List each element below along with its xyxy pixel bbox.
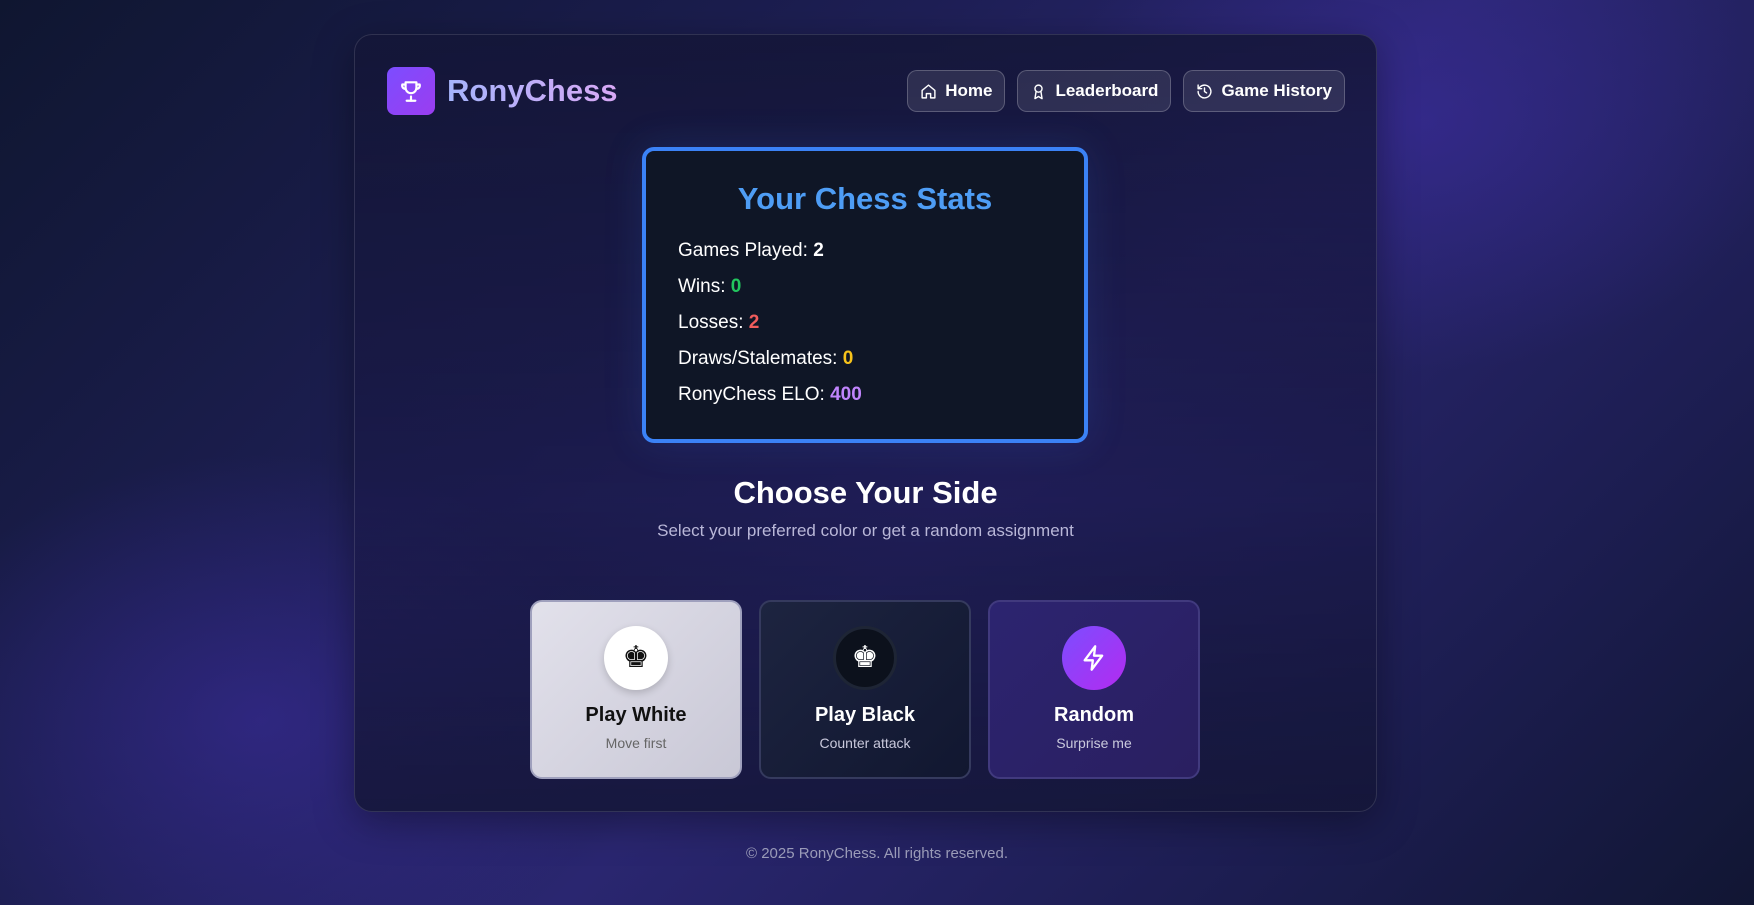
stat-draws: Draws/Stalemates: 0 <box>678 341 1052 377</box>
nav-leaderboard-label: Leaderboard <box>1055 81 1159 100</box>
nav-home-button[interactable]: Home <box>907 70 1006 112</box>
stats-panel: Your Chess Stats Games Played: 2 Wins: 0… <box>642 147 1088 443</box>
nav-game-history-label: Game History <box>1221 81 1332 100</box>
stat-label: Games Played: <box>678 240 808 261</box>
app-logo[interactable]: RonyChess <box>387 67 618 115</box>
trophy-icon <box>387 67 435 115</box>
stat-value: 400 <box>830 384 862 405</box>
side-choices: ♚ Play White Move first ♚ Play Black Cou… <box>530 600 1200 779</box>
stat-label: Wins: <box>678 276 726 297</box>
home-icon <box>921 83 936 99</box>
stat-games-played: Games Played: 2 <box>678 233 1052 269</box>
random-side-button[interactable]: Random Surprise me <box>988 600 1200 779</box>
stat-value: 0 <box>730 276 742 297</box>
play-black-subtitle: Counter attack <box>819 735 911 751</box>
random-subtitle: Surprise me <box>1056 735 1132 751</box>
play-black-title: Play Black <box>814 704 916 726</box>
stat-value: 2 <box>813 240 824 261</box>
top-nav: Home Leaderboard Game History <box>907 70 1345 112</box>
stats-title: Your Chess Stats <box>737 181 993 216</box>
main-card: RonyChess Home Leaderboard Game History … <box>354 34 1377 812</box>
play-white-title: Play White <box>585 704 687 726</box>
nav-leaderboard-button[interactable]: Leaderboard <box>1017 70 1172 112</box>
app-title: RonyChess <box>447 73 618 108</box>
play-white-subtitle: Move first <box>605 735 667 751</box>
choose-side-title: Choose Your Side <box>733 475 998 510</box>
black-king-icon: ♚ <box>833 626 897 690</box>
stat-elo: RonyChess ELO: 400 <box>678 377 1052 413</box>
nav-game-history-button[interactable]: Game History <box>1183 70 1345 112</box>
stat-label: Losses: <box>678 312 744 333</box>
nav-home-label: Home <box>945 81 993 100</box>
footer-copyright: © 2025 RonyChess. All rights reserved. <box>745 845 1008 862</box>
stat-label: Draws/Stalemates: <box>678 348 838 369</box>
history-icon <box>1197 83 1213 99</box>
random-title: Random <box>1054 704 1134 726</box>
stat-losses: Losses: 2 <box>678 305 1052 341</box>
stat-wins: Wins: 0 <box>678 269 1052 305</box>
play-black-button[interactable]: ♚ Play Black Counter attack <box>759 600 971 779</box>
lightning-icon <box>1062 626 1126 690</box>
award-icon <box>1034 83 1044 99</box>
stat-label: RonyChess ELO: <box>678 384 825 405</box>
play-white-button[interactable]: ♚ Play White Move first <box>530 600 742 779</box>
stat-value: 0 <box>842 348 854 369</box>
white-king-icon: ♚ <box>604 626 668 690</box>
stat-value: 2 <box>748 312 760 333</box>
choose-side-subtitle: Select your preferred color or get a ran… <box>657 521 1074 540</box>
